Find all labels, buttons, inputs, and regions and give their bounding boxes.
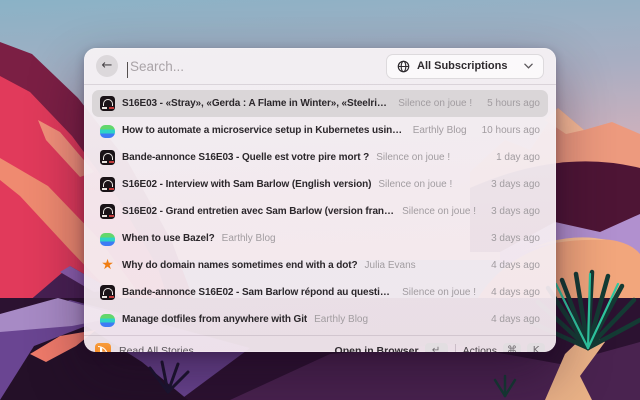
- article-title: Bande-annonce S16E02 - Sam Barlow répond…: [122, 287, 395, 298]
- list-item[interactable]: Bande-annonce S16E03 - Quelle est votre …: [92, 144, 548, 171]
- earthly-blog-logo-icon: [100, 232, 115, 246]
- list-item[interactable]: Manage dotfiles from anywhere with Git E…: [92, 306, 548, 333]
- chevron-down-icon: [524, 63, 533, 69]
- article-source: Silence on joue !: [398, 98, 473, 109]
- list-item[interactable]: S16E03 - «Stray», «Gerda : A Flame in Wi…: [92, 90, 548, 117]
- star-icon: ★: [101, 257, 114, 273]
- article-time: 3 days ago: [491, 179, 540, 190]
- rss-icon: [95, 342, 111, 352]
- silence-on-joue-artwork-icon: [100, 285, 115, 300]
- article-time: 5 hours ago: [487, 98, 540, 109]
- back-button[interactable]: ←: [96, 55, 118, 77]
- k-key-badge: K: [527, 342, 545, 352]
- silence-on-joue-artwork-icon: [100, 96, 115, 111]
- actions-menu-action[interactable]: Actions ⌘ K: [462, 342, 545, 353]
- open-in-browser-label: Open in Browser: [334, 344, 419, 353]
- article-source: Earthly Blog: [412, 125, 467, 136]
- enter-key-badge: ↵: [424, 342, 448, 352]
- earthly-blog-logo-icon: [100, 313, 115, 327]
- article-title: S16E03 - «Stray», «Gerda : A Flame in Wi…: [122, 98, 392, 109]
- search-bar: ← All Subscriptions: [84, 48, 556, 85]
- article-time: 4 days ago: [491, 287, 540, 298]
- list-item[interactable]: Bande-annonce S16E02 - Sam Barlow répond…: [92, 279, 548, 306]
- list-item[interactable]: ★ Why do domain names sometimes end with…: [92, 252, 548, 279]
- list-item[interactable]: When to use Bazel? Earthly Blog 3 days a…: [92, 225, 548, 252]
- text-caret: [127, 61, 128, 78]
- search-input[interactable]: [127, 58, 377, 74]
- article-source: Silence on joue !: [376, 152, 451, 163]
- article-title: Bande-annonce S16E03 - Quelle est votre …: [122, 152, 370, 163]
- article-time: 3 days ago: [491, 233, 540, 244]
- article-time: 10 hours ago: [481, 125, 540, 136]
- list-item[interactable]: S16E02 - Grand entretien avec Sam Barlow…: [92, 198, 548, 225]
- article-source: Earthly Blog: [314, 314, 369, 325]
- command-title: Read All Stories: [119, 344, 194, 353]
- article-source: Earthly Blog: [221, 233, 276, 244]
- rss-search-window: ← All Subscriptions S16E03 - «Stray», «G…: [84, 48, 556, 352]
- article-time: 3 days ago: [491, 206, 540, 217]
- article-title: When to use Bazel?: [122, 233, 215, 244]
- search-field-wrap: [127, 58, 377, 78]
- article-title: Why do domain names sometimes end with a…: [122, 260, 358, 271]
- article-source: Silence on joue !: [378, 179, 453, 190]
- list-item[interactable]: S16E02 - Interview with Sam Barlow (Engl…: [92, 171, 548, 198]
- article-source: Silence on joue !: [402, 206, 477, 217]
- article-time: 4 days ago: [491, 260, 540, 271]
- open-in-browser-action[interactable]: Open in Browser ↵: [334, 342, 448, 353]
- article-source: Julia Evans: [364, 260, 416, 271]
- list-item[interactable]: How to automate a microservice setup in …: [92, 117, 548, 144]
- footer-bar: Read All Stories Open in Browser ↵ Actio…: [84, 335, 556, 352]
- article-title: S16E02 - Grand entretien avec Sam Barlow…: [122, 206, 396, 217]
- silence-on-joue-artwork-icon: [100, 204, 115, 219]
- article-source: Silence on joue !: [402, 287, 477, 298]
- actions-label: Actions: [462, 344, 497, 353]
- subscriptions-dropdown[interactable]: All Subscriptions: [386, 53, 544, 79]
- footer-actions: Open in Browser ↵ Actions ⌘ K: [334, 342, 545, 353]
- results-list: S16E03 - «Stray», «Gerda : A Flame in Wi…: [84, 85, 556, 335]
- article-time: 1 day ago: [496, 152, 540, 163]
- footer-separator: [454, 344, 456, 352]
- cmd-key-badge: ⌘: [503, 342, 521, 352]
- article-time: 4 days ago: [491, 314, 540, 325]
- globe-icon: [397, 60, 410, 72]
- earthly-blog-logo-icon: [100, 124, 115, 138]
- subscriptions-dropdown-label: All Subscriptions: [417, 60, 508, 72]
- article-title: Manage dotfiles from anywhere with Git: [122, 314, 308, 325]
- article-title: S16E02 - Interview with Sam Barlow (Engl…: [122, 179, 372, 190]
- silence-on-joue-artwork-icon: [100, 150, 115, 165]
- article-title: How to automate a microservice setup in …: [122, 125, 406, 136]
- silence-on-joue-artwork-icon: [100, 177, 115, 192]
